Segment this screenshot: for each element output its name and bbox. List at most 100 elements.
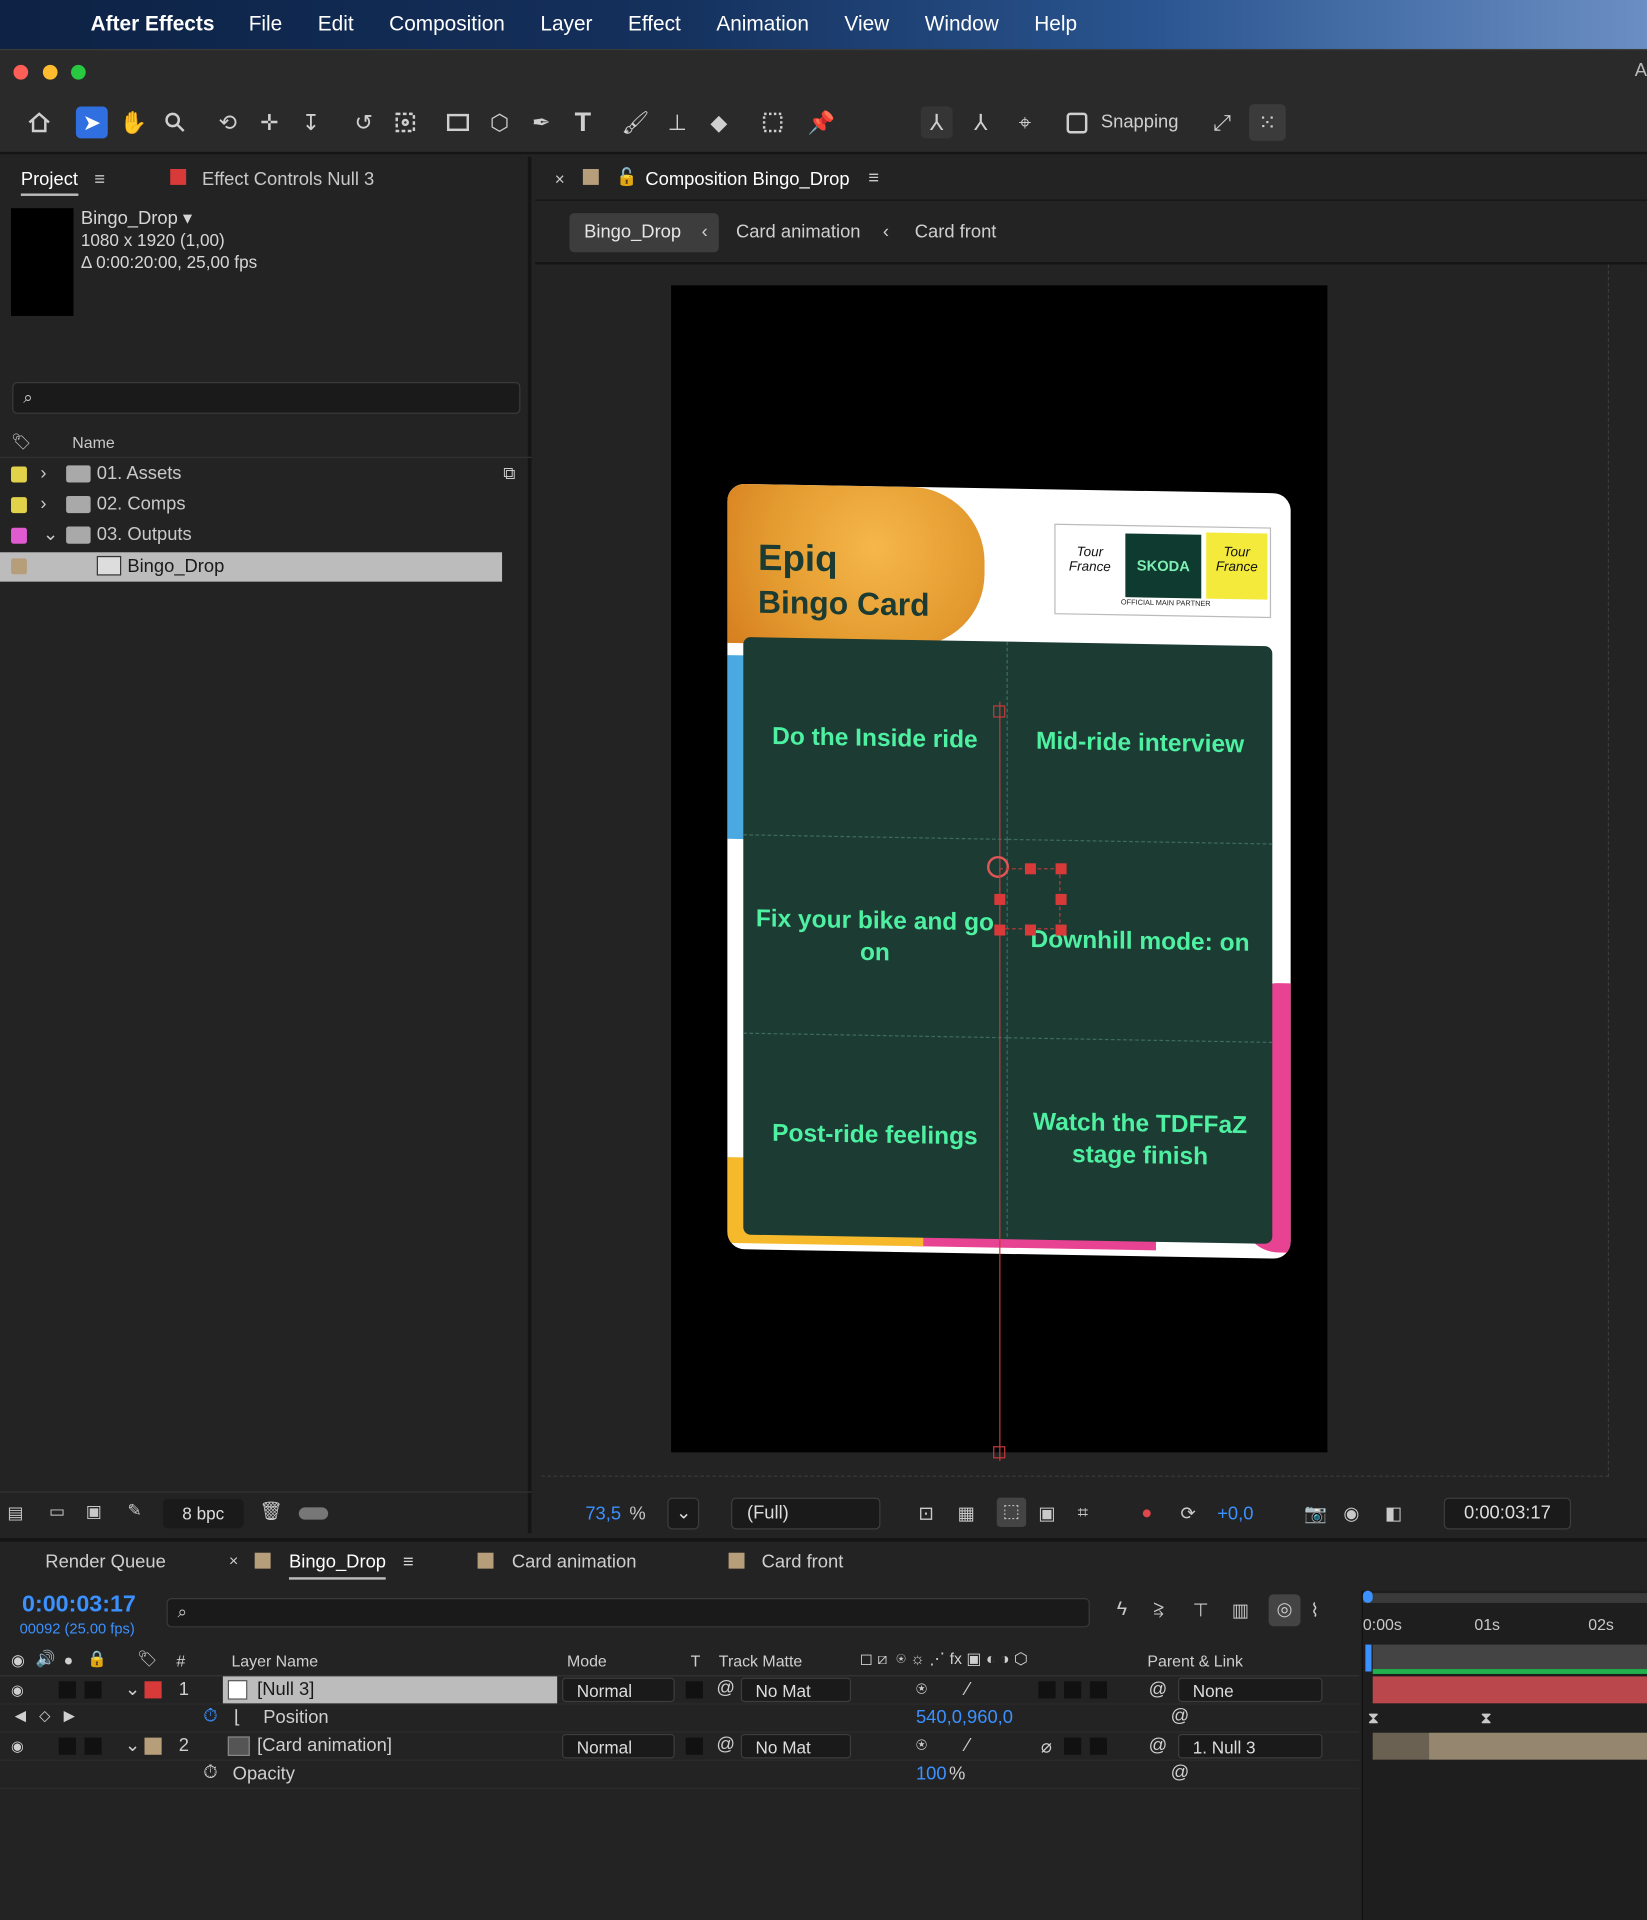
- label-swatch[interactable]: [11, 497, 27, 514]
- quality-switch-icon[interactable]: ⁄: [966, 1679, 969, 1700]
- close-window-button[interactable]: [13, 64, 29, 80]
- keyframe-marker[interactable]: ⧗: [1480, 1708, 1491, 1728]
- tab-bingo-drop[interactable]: Bingo_Drop: [288, 1551, 386, 1580]
- blend-mode-dropdown[interactable]: Normal: [562, 1733, 675, 1759]
- menu-view[interactable]: View: [844, 12, 889, 36]
- label-tag-icon[interactable]: 🏷: [137, 1649, 157, 1669]
- column-layer-name[interactable]: Layer Name: [231, 1652, 318, 1670]
- quality-switch-icon[interactable]: ⁄: [966, 1735, 969, 1756]
- text-tool-icon[interactable]: T: [567, 107, 599, 139]
- tab-composition[interactable]: Composition Bingo_Drop: [645, 169, 849, 190]
- matte-link-icon[interactable]: @: [716, 1734, 735, 1755]
- motion-path-keyframe[interactable]: [993, 1446, 1006, 1459]
- visibility-eye-icon[interactable]: ◉: [11, 1738, 29, 1756]
- preserve-transparency-toggle[interactable]: [685, 1737, 703, 1755]
- local-axis-icon[interactable]: ⅄: [920, 106, 953, 139]
- project-item-assets[interactable]: › 01. Assets ⧉: [0, 460, 516, 489]
- snap-grid-icon[interactable]: ⁙: [1249, 104, 1286, 141]
- chevron-right-icon[interactable]: ›: [40, 463, 46, 484]
- dolly-camera-icon[interactable]: ↧: [295, 107, 327, 139]
- project-search-input[interactable]: ⌕: [12, 382, 521, 414]
- null-bounding-box[interactable]: [999, 868, 1061, 930]
- video-eye-icon[interactable]: ◉: [11, 1651, 25, 1671]
- null-handle[interactable]: [1055, 893, 1067, 905]
- audio-toggle[interactable]: [58, 1681, 76, 1699]
- prev-keyframe-icon[interactable]: ◀: [15, 1707, 26, 1724]
- motion-path-keyframe[interactable]: [993, 705, 1006, 718]
- resolution-dropdown[interactable]: (Full): [731, 1497, 881, 1530]
- thumbnail-slider[interactable]: [298, 1507, 329, 1520]
- menu-edit[interactable]: Edit: [318, 12, 354, 36]
- bingo-cell[interactable]: Post-ride feelings: [743, 1033, 1008, 1237]
- motion-blur-icon[interactable]: ▥: [1232, 1599, 1249, 1621]
- menu-layer[interactable]: Layer: [540, 12, 592, 36]
- grid-guides-icon[interactable]: ⌗: [1078, 1503, 1088, 1524]
- rectangle-tool-icon[interactable]: [442, 107, 474, 139]
- menu-animation[interactable]: Animation: [716, 12, 809, 36]
- toggle-views-icon[interactable]: ◧: [1385, 1503, 1402, 1525]
- hide-shy-layers-icon[interactable]: ⥸: [1154, 1599, 1164, 1620]
- layer-label-swatch[interactable]: [144, 1681, 162, 1699]
- motion-blur-switch-icon[interactable]: ⌀: [1041, 1735, 1052, 1757]
- parent-dropdown[interactable]: 1. Null 3: [1178, 1733, 1323, 1759]
- work-area-start-handle[interactable]: [1362, 1590, 1373, 1603]
- exposure-value[interactable]: +0,0: [1217, 1504, 1253, 1525]
- close-tab-icon[interactable]: ×: [229, 1551, 238, 1569]
- audio-toggle[interactable]: [58, 1737, 76, 1755]
- position-value[interactable]: 540,0,960,0: [916, 1707, 1013, 1728]
- eraser-tool-icon[interactable]: ◆: [703, 107, 735, 139]
- current-time-display[interactable]: 0:00:03:17: [22, 1592, 136, 1619]
- stopwatch-icon[interactable]: ⏱: [203, 1706, 217, 1727]
- null-handle[interactable]: [994, 924, 1006, 936]
- fast-preview-icon[interactable]: ⊡: [918, 1503, 933, 1525]
- tab-project[interactable]: Project: [20, 169, 78, 196]
- next-keyframe-icon[interactable]: ▶: [64, 1707, 75, 1724]
- new-composition-icon[interactable]: ▣: [86, 1501, 102, 1522]
- track-matte-dropdown[interactable]: No Mat: [740, 1733, 852, 1759]
- 3d-shape-icon[interactable]: ⬡: [484, 107, 516, 139]
- draft-3d-icon[interactable]: ϟ: [1117, 1599, 1127, 1621]
- snapshot-camera-icon[interactable]: 📷: [1304, 1503, 1327, 1525]
- chevron-down-icon[interactable]: ⌄: [43, 523, 58, 545]
- snap-options-icon[interactable]: ⤢: [1206, 107, 1238, 139]
- panel-menu-icon[interactable]: ≡: [94, 169, 105, 190]
- frame-blending-icon[interactable]: ⊤: [1193, 1599, 1209, 1621]
- close-tab-icon[interactable]: ×: [555, 169, 565, 189]
- view-axis-icon[interactable]: ⌖: [1009, 107, 1041, 139]
- shy-switch-icon[interactable]: ⍟: [916, 1735, 927, 1756]
- pick-whip-icon[interactable]: @: [1149, 1735, 1168, 1756]
- layer-row-card-animation[interactable]: ◉ ⌄ 2 [Card animation] Normal @ No Mat ⍟…: [0, 1733, 1360, 1761]
- motion-blur-toggle[interactable]: [1089, 1681, 1107, 1699]
- new-folder-icon[interactable]: ▭: [49, 1501, 65, 1522]
- lock-icon[interactable]: 🔒: [87, 1649, 107, 1669]
- layer-bar-null-3[interactable]: [1372, 1676, 1647, 1704]
- menu-effect[interactable]: Effect: [628, 12, 681, 36]
- null-handle[interactable]: [1055, 863, 1067, 875]
- puppet-pin-icon[interactable]: 📌: [806, 107, 838, 139]
- selection-tool-icon[interactable]: ➤: [75, 106, 108, 139]
- current-time-indicator[interactable]: [1365, 1644, 1372, 1672]
- time-ruler[interactable]: 0:00s 01s 02s ⧗ ⧗: [1361, 1590, 1647, 1920]
- stopwatch-icon[interactable]: ⏱: [203, 1762, 217, 1783]
- composition-viewer[interactable]: Epiq Bingo Card Tour France SKODA OFFICIA…: [541, 264, 1610, 1477]
- tab-render-queue[interactable]: Render Queue: [45, 1551, 166, 1572]
- layer-bar-card-animation-head[interactable]: [1372, 1732, 1430, 1760]
- region-of-interest-icon[interactable]: ▣: [1038, 1503, 1055, 1525]
- pan-camera-icon[interactable]: ✛: [253, 107, 285, 139]
- adjustment-toggle[interactable]: [1038, 1681, 1056, 1699]
- lock-toggle[interactable]: [84, 1737, 102, 1755]
- label-swatch[interactable]: [11, 527, 27, 544]
- layer-row-null-3[interactable]: ◉ ⌄ 1 [Null 3] Normal @ No Mat ⍟ ⁄ @ Non…: [0, 1676, 1360, 1705]
- lock-icon[interactable]: 🔓: [616, 167, 637, 188]
- brush-tool-icon[interactable]: 🖌: [620, 107, 652, 139]
- expression-pick-whip-icon[interactable]: @: [1171, 1762, 1190, 1783]
- shy-switch-icon[interactable]: ⍟: [916, 1679, 927, 1700]
- pen-tool-icon[interactable]: ✒: [525, 107, 557, 139]
- graph-editor-toggle-icon[interactable]: ◎: [1268, 1594, 1301, 1627]
- column-name[interactable]: Name: [72, 433, 114, 451]
- reset-exposure-icon[interactable]: ⟳: [1180, 1503, 1195, 1525]
- graph-icon[interactable]: ⌊: [234, 1706, 241, 1728]
- channels-icon[interactable]: ●: [1141, 1503, 1152, 1524]
- rotate-tool-icon[interactable]: ↺: [348, 107, 380, 139]
- panel-menu-icon[interactable]: ≡: [868, 168, 879, 189]
